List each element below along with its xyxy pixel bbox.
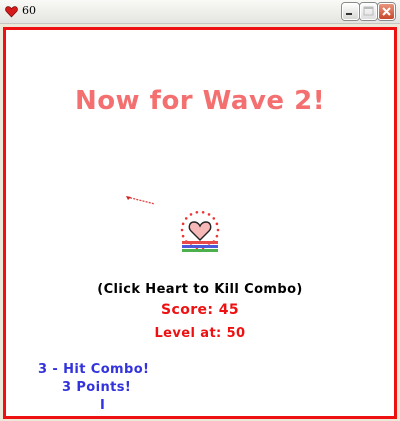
heart-icon	[5, 6, 18, 18]
ring-dot	[212, 217, 216, 220]
score-text: Score: 45	[161, 302, 239, 318]
level-text: Level at: 50	[154, 326, 246, 341]
minimize-button[interactable]	[342, 3, 359, 20]
close-icon	[382, 7, 391, 16]
ring-dot	[201, 210, 205, 214]
arrow-projectile	[126, 196, 156, 205]
ring-dot	[207, 213, 211, 216]
status-bars	[182, 241, 218, 253]
ring-dot	[181, 222, 185, 226]
minimize-icon	[346, 13, 352, 15]
maximize-icon	[363, 6, 374, 16]
status-bar-blue	[182, 245, 218, 248]
game-window: 60 Now for Wave 2! (Click Heart to Kill …	[0, 0, 400, 421]
status-bar-green	[182, 249, 218, 252]
ring-dot	[215, 234, 219, 238]
ring-dot	[184, 217, 188, 220]
ring-dot	[215, 222, 219, 226]
ring-dot	[189, 213, 193, 216]
game-canvas[interactable]: Now for Wave 2! (Click Heart to Kill Com…	[3, 27, 397, 419]
wave-message: Now for Wave 2!	[74, 86, 326, 116]
title-bar[interactable]: 60	[0, 0, 400, 24]
window-title: 60	[22, 4, 36, 17]
status-bar-red	[182, 241, 218, 244]
ring-dot	[195, 210, 199, 214]
kill-combo-hint: (Click Heart to Kill Combo)	[97, 282, 303, 297]
combo-hit-text: 3 - Hit Combo!	[38, 362, 150, 377]
ring-dot	[180, 228, 184, 232]
combo-points-text: 3 Points!	[62, 380, 132, 395]
ring-dot	[216, 228, 220, 232]
close-button[interactable]	[378, 3, 395, 20]
heart-icon[interactable]	[188, 221, 212, 241]
ring-dot	[181, 234, 185, 238]
combo-counter-text: I	[100, 398, 106, 413]
maximize-button[interactable]	[360, 3, 377, 20]
